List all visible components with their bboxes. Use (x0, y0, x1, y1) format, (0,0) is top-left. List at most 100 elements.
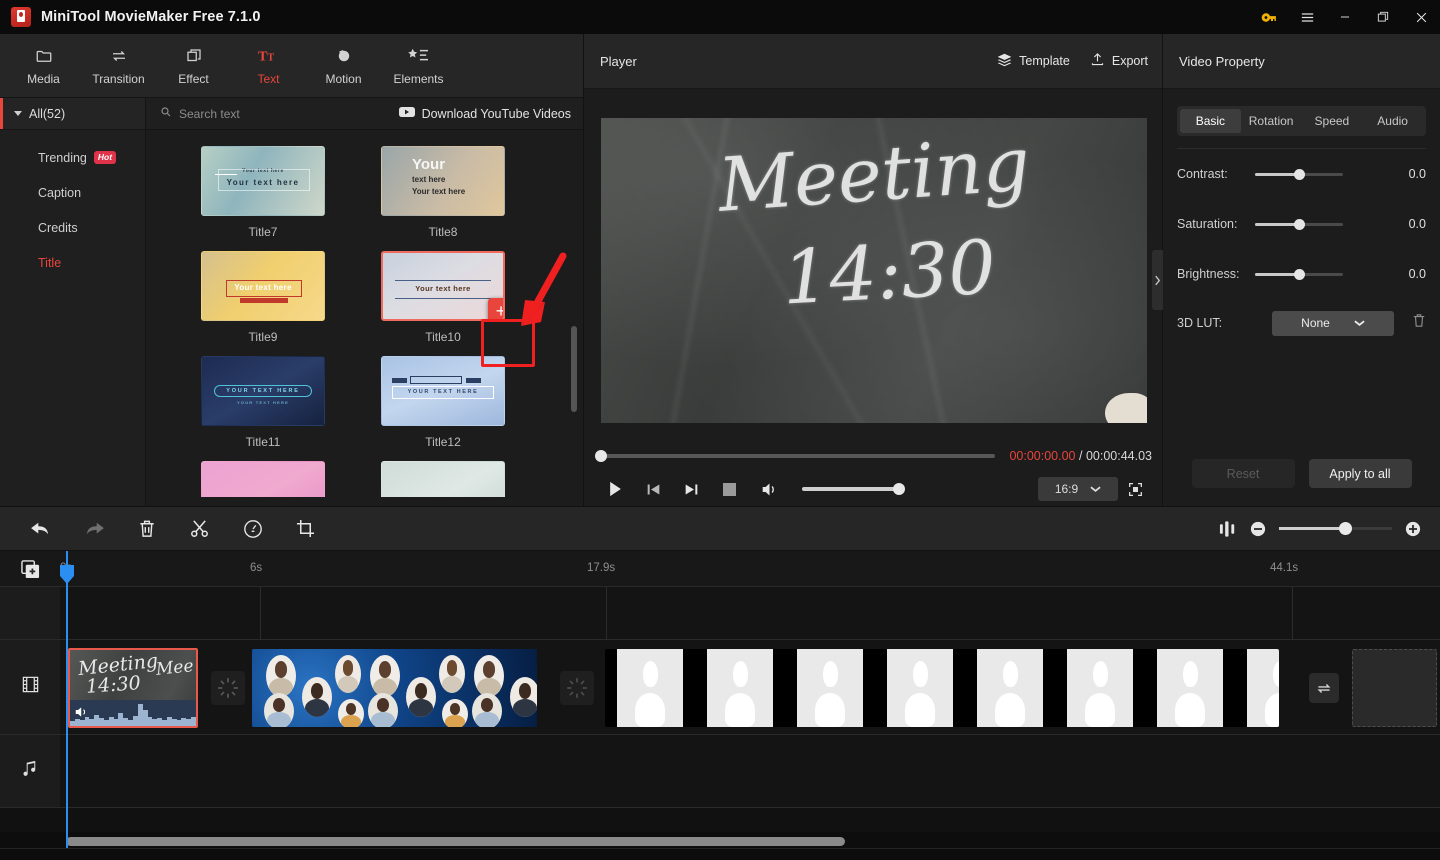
film-frame (965, 649, 1055, 727)
close-icon[interactable] (1402, 0, 1440, 34)
tab-basic[interactable]: Basic (1180, 109, 1241, 133)
template-thumb-title7[interactable]: Your text here Your text here (201, 146, 325, 216)
template-thumb-title8[interactable]: Your text here Your text here (381, 146, 505, 216)
trash-icon[interactable] (1412, 313, 1426, 333)
template-scroll-track[interactable] (571, 146, 577, 502)
category-item-title[interactable]: Title (0, 245, 145, 280)
stop-icon[interactable] (710, 474, 748, 504)
total-time: 00:00:44.03 (1086, 449, 1152, 463)
player-progress-knob[interactable] (595, 450, 607, 462)
template-thumb-partial-2[interactable] (381, 461, 505, 497)
brightness-slider-knob[interactable] (1294, 269, 1305, 280)
template-thumb-partial-1[interactable] (201, 461, 325, 497)
contrast-slider[interactable] (1255, 173, 1343, 176)
volume-slider[interactable] (802, 487, 900, 491)
category-item-credits[interactable]: Credits (0, 210, 145, 245)
transition-add-button[interactable] (1309, 673, 1339, 703)
split-icon[interactable] (173, 506, 226, 551)
timeline-zoom-knob[interactable] (1339, 522, 1352, 535)
category-item-trending[interactable]: Trending Hot (0, 140, 145, 175)
speed-icon[interactable] (226, 506, 279, 551)
template-scrollbar[interactable] (571, 326, 577, 412)
menu-icon[interactable] (1288, 0, 1326, 34)
template-thumb-title12[interactable]: YOUR TEXT HERE (381, 356, 505, 426)
toolbar-item-motion[interactable]: Motion (306, 36, 381, 96)
template-card-title12[interactable]: YOUR TEXT HERE Title12 (381, 356, 561, 449)
template-card-title7[interactable]: Your text here Your text here Title7 (201, 146, 381, 239)
template-thumb-title10[interactable]: Your text here + (381, 251, 505, 321)
crop-icon[interactable] (279, 506, 332, 551)
template-thumb-title11[interactable]: YOUR TEXT HERE YOUR TEXT HERE (201, 356, 325, 426)
minimize-icon[interactable] (1326, 0, 1364, 34)
export-button[interactable]: Export (1090, 52, 1148, 70)
track-body-text[interactable] (60, 587, 1440, 640)
timeline-clip-chalkboard[interactable]: Meeting 14:30 Mee (68, 648, 198, 728)
video-preview[interactable]: Meeting 14:30 (601, 118, 1147, 423)
play-icon[interactable] (596, 474, 634, 504)
track-header-video[interactable] (0, 640, 60, 735)
fit-timeline-icon[interactable] (1213, 514, 1243, 544)
collapse-property-panel-button[interactable] (1152, 250, 1163, 310)
media-drop-zone[interactable] (1352, 649, 1437, 727)
portrait-thumb (439, 655, 465, 693)
undo-icon[interactable] (14, 506, 67, 551)
saturation-slider[interactable] (1255, 223, 1343, 226)
search-input[interactable]: Search text (146, 105, 240, 123)
template-button[interactable]: Template (997, 52, 1070, 70)
template-thumb-title9[interactable]: Your text here (201, 251, 325, 321)
template-card-title10[interactable]: Your text here + Title10 (381, 251, 561, 344)
tab-rotation[interactable]: Rotation (1241, 109, 1302, 133)
track-header-text[interactable] (0, 587, 60, 640)
volume-icon[interactable] (750, 474, 788, 504)
next-frame-icon[interactable] (672, 474, 710, 504)
timeline-clip-globe-people[interactable] (252, 649, 537, 727)
brightness-slider[interactable] (1255, 273, 1343, 276)
track-body-video[interactable]: Meeting 14:30 Mee (60, 640, 1440, 735)
previous-frame-icon[interactable] (634, 474, 672, 504)
track-body-audio[interactable] (60, 735, 1440, 808)
timeline-zoom-slider[interactable] (1279, 527, 1344, 530)
toolbar-item-text[interactable]: TT Text (231, 36, 306, 96)
saturation-slider-knob[interactable] (1294, 219, 1305, 230)
template-card-title11[interactable]: YOUR TEXT HERE YOUR TEXT HERE Title11 (201, 356, 381, 449)
tab-audio[interactable]: Audio (1362, 109, 1423, 133)
clip-mute-icon[interactable] (75, 705, 89, 723)
track-header-audio[interactable] (0, 735, 60, 808)
timeline-clip-film-people[interactable] (605, 649, 1279, 727)
redo-icon[interactable] (67, 506, 120, 551)
toolbar-item-transition[interactable]: Transition (81, 36, 156, 96)
toolbar-item-media[interactable]: Media (6, 36, 81, 96)
category-item-caption[interactable]: Caption (0, 175, 145, 210)
template-card-partial-2[interactable] (381, 461, 561, 497)
zoom-in-icon[interactable] (1398, 514, 1428, 544)
lut-select[interactable]: None (1272, 311, 1394, 336)
volume-knob[interactable] (893, 483, 905, 495)
category-all[interactable]: All(52) (0, 98, 145, 130)
timeline-playhead-handle[interactable] (60, 565, 74, 584)
timeline-ruler[interactable]: 0s 6s 17.9s 44.1s (0, 551, 1440, 587)
template-card-partial-1[interactable] (201, 461, 381, 497)
reset-button[interactable]: Reset (1192, 459, 1295, 488)
download-youtube-button[interactable]: Download YouTube Videos (399, 106, 571, 121)
add-template-button[interactable]: + (488, 298, 505, 321)
key-icon[interactable] (1250, 0, 1288, 34)
fullscreen-icon[interactable] (1118, 476, 1152, 502)
tab-speed[interactable]: Speed (1302, 109, 1363, 133)
apply-to-all-button[interactable]: Apply to all (1309, 459, 1412, 488)
property-row-saturation: Saturation: 0.0 (1163, 199, 1440, 249)
contrast-slider-knob[interactable] (1294, 169, 1305, 180)
toolbar-item-elements[interactable]: Elements (381, 36, 456, 96)
main-toolbar: Media Transition Effect TT Text (0, 34, 583, 98)
contrast-label: Contrast: (1177, 167, 1255, 181)
timeline-hscrollbar[interactable] (66, 837, 845, 846)
template-card-title8[interactable]: Your text here Your text here Title8 (381, 146, 561, 239)
zoom-out-icon[interactable] (1243, 514, 1273, 544)
delete-icon[interactable] (120, 506, 173, 551)
toolbar-item-effect[interactable]: Effect (156, 36, 231, 96)
add-media-icon[interactable] (0, 551, 60, 587)
template-card-title9[interactable]: Your text here Title9 (201, 251, 381, 344)
aspect-ratio-select[interactable]: 16:9 (1038, 477, 1118, 501)
player-progress-bar[interactable] (596, 454, 995, 458)
film-frame (1145, 649, 1235, 727)
maximize-icon[interactable] (1364, 0, 1402, 34)
